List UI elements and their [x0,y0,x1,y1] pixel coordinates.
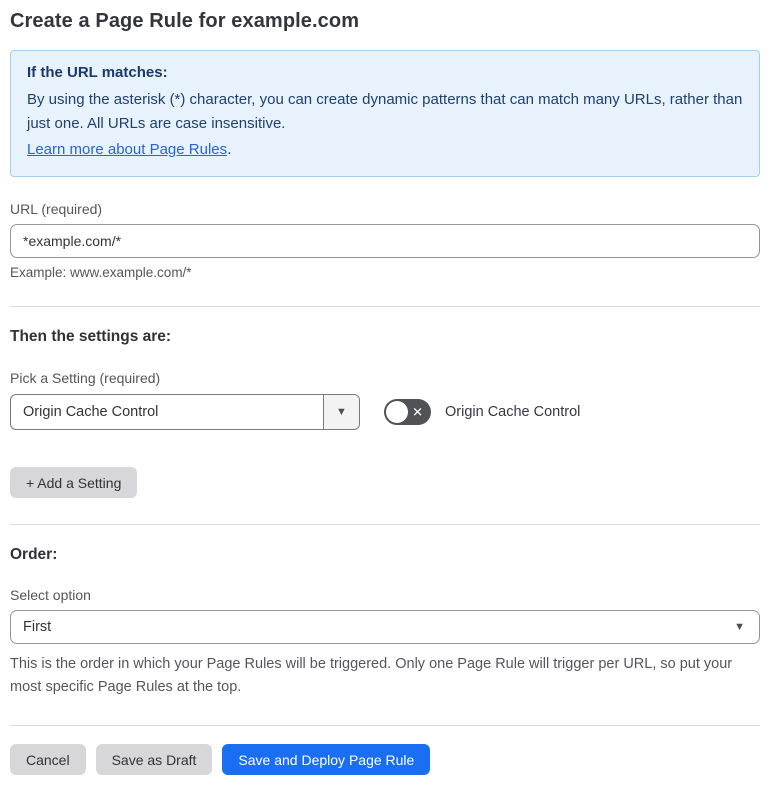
save-and-deploy-button[interactable]: Save and Deploy Page Rule [222,744,431,775]
footer-actions: Cancel Save as Draft Save and Deploy Pag… [10,744,760,775]
add-setting-button[interactable]: + Add a Setting [10,467,138,498]
order-select-value: First [23,619,52,635]
order-select-label: Select option [10,587,91,603]
settings-section-heading: Then the settings are: [10,328,172,345]
origin-cache-control-toggle[interactable]: ✕ [384,399,431,425]
divider [10,306,760,307]
cancel-button[interactable]: Cancel [10,744,86,775]
link-suffix: . [227,141,232,158]
pick-setting-label: Pick a Setting (required) [10,370,161,386]
url-field-label: URL (required) [10,201,103,217]
setting-row: Origin Cache Control ▼ ✕ Origin Cache Co… [10,394,760,430]
toggle-knob [386,401,408,423]
order-helper-text: This is the order in which your Page Rul… [10,656,733,695]
divider [10,524,760,525]
info-box-heading: If the URL matches: [27,64,168,81]
toggle-label: Origin Cache Control [445,404,581,420]
page-title: Create a Page Rule for example.com [10,10,360,32]
url-input[interactable] [10,224,760,258]
chevron-down-icon: ▼ [734,621,745,633]
setting-select[interactable]: Origin Cache Control ▼ [10,394,360,430]
url-example-helper: Example: www.example.com/* [10,265,192,280]
url-match-info-box: If the URL matches: By using the asteris… [10,50,760,177]
origin-cache-control-toggle-wrap: ✕ Origin Cache Control [384,399,580,425]
setting-select-value: Origin Cache Control [23,404,159,420]
info-box-body: By using the asterisk (*) character, you… [27,91,743,132]
save-as-draft-button[interactable]: Save as Draft [95,744,213,775]
learn-more-link[interactable]: Learn more about Page Rules [27,138,227,162]
order-select[interactable]: First ▼ [10,610,760,644]
toggle-off-x-icon: ✕ [412,404,423,420]
divider [10,725,760,726]
order-section-heading: Order: [10,546,58,563]
setting-select-arrow-button[interactable]: ▼ [323,395,359,429]
chevron-down-icon: ▼ [336,406,347,418]
